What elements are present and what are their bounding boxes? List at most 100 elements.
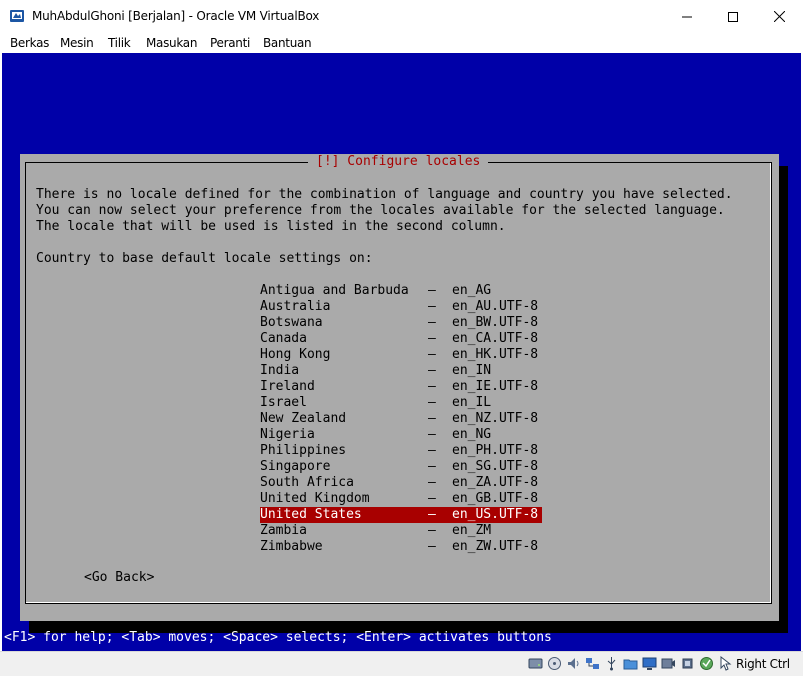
configure-locales-dialog: [!] Configure locales There is no locale… [20, 154, 779, 621]
minimize-icon [682, 16, 692, 17]
maximize-button[interactable] [710, 0, 756, 33]
locale-separator: – [428, 363, 436, 378]
locale-code: en_BW.UTF-8 [452, 315, 539, 330]
locale-option[interactable]: Hong Kong – en_HK.UTF-8 [260, 347, 542, 363]
close-button[interactable] [756, 0, 802, 33]
network-icon[interactable] [585, 656, 600, 671]
locale-option[interactable]: Nigeria – en_NG [260, 427, 542, 443]
locale-country: United States [260, 507, 362, 522]
locale-country: Zimbabwe [260, 539, 323, 554]
dialog-description-line-2: You can now select your preference from … [36, 203, 725, 218]
locale-country: Canada [260, 331, 307, 346]
window-title: MuhAbdulGhoni [Berjalan] - Oracle VM Vir… [32, 9, 320, 23]
usb-icon[interactable] [604, 656, 619, 671]
locale-separator: – [428, 427, 436, 442]
locale-code: en_CA.UTF-8 [452, 331, 539, 346]
go-back-button[interactable]: <Go Back> [84, 570, 154, 586]
dialog-prompt: Country to base default locale settings … [36, 251, 373, 266]
locale-option[interactable]: Israel – en_IL [260, 395, 542, 411]
locale-country: Israel [260, 395, 307, 410]
locale-option[interactable]: Philippines – en_PH.UTF-8 [260, 443, 542, 459]
locale-code: en_AU.UTF-8 [452, 299, 539, 314]
locale-separator: – [428, 347, 436, 362]
guest-screen[interactable]: [!] Configure locales There is no locale… [2, 53, 801, 651]
locale-code: en_US.UTF-8 [452, 507, 539, 522]
virtualization-icon[interactable] [699, 656, 714, 671]
locale-code: en_IL [452, 395, 492, 410]
locale-option[interactable]: Zimbabwe – en_ZW.UTF-8 [260, 539, 542, 555]
virtualbox-icon [10, 10, 24, 22]
locale-separator: – [428, 539, 436, 554]
locale-code: en_ZA.UTF-8 [452, 475, 539, 490]
locale-separator: – [428, 411, 436, 426]
locale-code: en_HK.UTF-8 [452, 347, 539, 362]
locale-separator: – [428, 491, 436, 506]
optical-drive-icon[interactable] [547, 656, 562, 671]
locale-option[interactable]: Botswana – en_BW.UTF-8 [260, 315, 542, 331]
locale-code: en_SG.UTF-8 [452, 459, 539, 474]
menu-mesin[interactable]: Mesin [60, 36, 94, 50]
locale-separator: – [428, 315, 436, 330]
locale-code: en_IE.UTF-8 [452, 379, 539, 394]
locale-code: en_ZW.UTF-8 [452, 539, 539, 554]
menu-bantuan[interactable]: Bantuan [263, 36, 312, 50]
locale-code: en_ZM [452, 523, 492, 538]
locale-option[interactable]: Ireland – en_IE.UTF-8 [260, 379, 542, 395]
window-titlebar[interactable]: MuhAbdulGhoni [Berjalan] - Oracle VM Vir… [0, 0, 803, 34]
locale-separator: – [428, 523, 436, 538]
menu-peranti[interactable]: Peranti [210, 36, 250, 50]
locale-country: New Zealand [260, 411, 347, 426]
locale-separator: – [428, 379, 436, 394]
locale-separator: – [428, 331, 436, 346]
menu-tilik[interactable]: Tilik [108, 36, 131, 50]
locale-separator: – [428, 443, 436, 458]
host-key-label: Right Ctrl [736, 657, 790, 671]
audio-icon[interactable] [566, 656, 581, 671]
locale-option[interactable]: Australia – en_AU.UTF-8 [260, 299, 542, 315]
locale-country: Botswana [260, 315, 323, 330]
hard-disk-icon[interactable] [528, 656, 543, 671]
mouse-integration-icon[interactable] [718, 656, 733, 671]
minimize-button[interactable] [664, 0, 710, 33]
locale-country: Antigua and Barbuda [260, 283, 409, 298]
locale-option[interactable]: New Zealand – en_NZ.UTF-8 [260, 411, 542, 427]
dialog-title: [!] Configure locales [308, 154, 489, 170]
locale-country: Nigeria [260, 427, 315, 442]
dialog-description-line-3: The locale that will be used is listed i… [36, 219, 506, 234]
locale-country: United Kingdom [260, 491, 370, 506]
locale-code: en_GB.UTF-8 [452, 491, 539, 506]
locale-code: en_AG [452, 283, 492, 298]
locale-separator: – [428, 475, 436, 490]
video-capture-icon[interactable] [661, 656, 676, 671]
locale-option[interactable]: United Kingdom – en_GB.UTF-8 [260, 491, 542, 507]
locale-code: en_NG [452, 427, 492, 442]
help-line: <F1> for help; <Tab> moves; <Space> sele… [4, 630, 552, 645]
menu-berkas[interactable]: Berkas [10, 36, 49, 50]
cpu-icon[interactable] [680, 656, 695, 671]
status-bar: Right Ctrl [0, 651, 803, 676]
shared-folders-icon[interactable] [623, 656, 638, 671]
locale-option[interactable]: South Africa – en_ZA.UTF-8 [260, 475, 542, 491]
locale-option[interactable]: India – en_IN [260, 363, 542, 379]
locale-separator: – [428, 283, 436, 298]
locale-country: Philippines [260, 443, 347, 458]
locale-option[interactable]: Antigua and Barbuda – en_AG [260, 283, 542, 299]
locale-separator: – [428, 459, 436, 474]
locale-option[interactable]: Zambia – en_ZM [260, 523, 542, 539]
locale-option[interactable]: United States – en_US.UTF-8 [260, 507, 542, 523]
close-icon [773, 11, 785, 22]
locale-code: en_NZ.UTF-8 [452, 411, 539, 426]
locale-code: en_IN [452, 363, 492, 378]
locale-country: Australia [260, 299, 331, 314]
locale-country: Zambia [260, 523, 307, 538]
locale-country: Hong Kong [260, 347, 331, 362]
display-icon[interactable] [642, 656, 657, 671]
menu-masukan[interactable]: Masukan [146, 36, 197, 50]
locale-country: Ireland [260, 379, 315, 394]
locale-option[interactable]: Singapore – en_SG.UTF-8 [260, 459, 542, 475]
maximize-icon [728, 11, 738, 22]
locale-country: India [260, 363, 300, 378]
locale-option[interactable]: Canada – en_CA.UTF-8 [260, 331, 542, 347]
locale-separator: – [428, 507, 436, 522]
locale-separator: – [428, 299, 436, 314]
